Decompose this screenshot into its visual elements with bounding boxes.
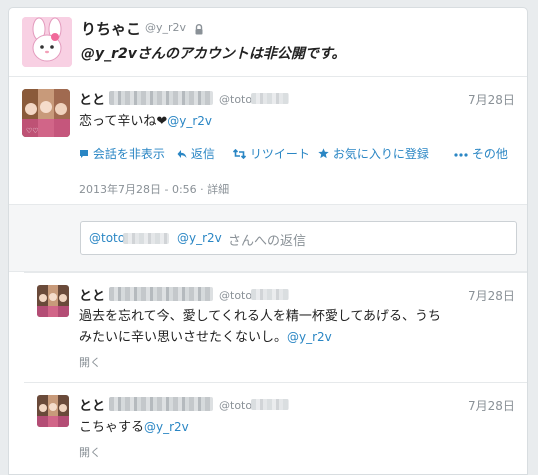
speech-bubble-icon	[79, 147, 93, 161]
blurred-handle	[123, 233, 169, 244]
more-label: その他	[471, 147, 508, 161]
blurred-name	[109, 91, 213, 105]
blurred-name	[109, 287, 213, 301]
user-avatar[interactable]: ♡♡	[22, 89, 70, 137]
reply-arrow-icon	[177, 147, 191, 161]
reply-label: 返信	[190, 147, 215, 161]
tweet-text: 恋って辛いね❤@y_r2v	[79, 111, 212, 132]
mention-link[interactable]: @y_r2v	[167, 114, 212, 128]
blurred-handle	[251, 399, 289, 410]
tweet-card: りちゃこ @y_r2v @y_r2vさんのアカウントは非公開です。 ♡♡ とと …	[8, 7, 528, 475]
user-name[interactable]: とと	[79, 89, 105, 108]
blurred-name	[109, 397, 213, 411]
user-handle[interactable]: @toto	[219, 93, 252, 106]
tweet-text: こちゃする@y_r2v	[79, 417, 189, 438]
star-icon	[318, 147, 333, 161]
user-avatar[interactable]	[37, 285, 69, 317]
tweet-meta: 2013年7月28日 - 0:56 · 詳細	[79, 181, 229, 197]
expand-link[interactable]: 開く	[79, 354, 101, 370]
reply-mention-target: @y_r2v	[177, 231, 222, 245]
reply-placeholder: さんへの返信	[228, 234, 307, 249]
profile-handle[interactable]: @y_r2v	[145, 21, 186, 34]
mention-link[interactable]: @y_r2v	[144, 420, 189, 434]
meta-separator: ·	[200, 183, 204, 196]
expand-link[interactable]: 開く	[79, 444, 101, 460]
tweet-body-line: 過去を忘れて今、愛してくれる人を精一杯愛してあげる、うち	[79, 309, 442, 324]
reply-area: @toto @y_r2v さんへの返信	[9, 204, 527, 272]
tweet-body: 恋って辛いね❤	[79, 114, 168, 129]
favorite-label: お気に入りに登録	[332, 147, 429, 161]
hide-conversation-button[interactable]: 会話を非表示	[79, 145, 165, 162]
reply-tweet[interactable]: とと @toto 7月28日 過去を忘れて今、愛してくれる人を精一杯愛してあげる…	[24, 272, 527, 382]
retweet-label: リツイート	[249, 147, 310, 161]
tweet-date[interactable]: 7月28日	[468, 91, 515, 108]
tweet-body: こちゃする	[79, 420, 145, 435]
svg-text:♡♡: ♡♡	[26, 127, 39, 135]
hide-conversation-label: 会話を非表示	[92, 147, 165, 161]
lock-icon	[195, 20, 203, 39]
protected-profile-header: りちゃこ @y_r2v @y_r2vさんのアカウントは非公開です。	[9, 8, 527, 77]
profile-avatar[interactable]	[22, 17, 72, 67]
more-dots-icon	[454, 147, 472, 161]
blurred-handle	[251, 93, 289, 104]
favorite-button[interactable]: お気に入りに登録	[318, 145, 429, 162]
user-handle[interactable]: @toto	[219, 399, 252, 412]
protected-account-notice: @y_r2vさんのアカウントは非公開です。	[81, 46, 346, 62]
mention-link[interactable]: @y_r2v	[287, 330, 332, 344]
user-name[interactable]: とと	[79, 395, 105, 414]
blurred-handle	[251, 289, 289, 300]
reply-button[interactable]: 返信	[177, 145, 215, 162]
tweet-body-line: みたいに辛い思いさせたくないし。	[79, 330, 288, 345]
profile-name[interactable]: りちゃこ	[81, 18, 141, 39]
more-button[interactable]: その他	[454, 145, 508, 162]
details-link[interactable]: 詳細	[207, 183, 229, 196]
user-name[interactable]: とと	[79, 285, 105, 304]
tweet-text: 過去を忘れて今、愛してくれる人を精一杯愛してあげる、うち みたいに辛い思いさせた…	[79, 307, 519, 348]
retweet-icon	[232, 147, 250, 161]
user-handle[interactable]: @toto	[219, 289, 252, 302]
reply-mention-prefix: @toto	[89, 231, 126, 245]
tweet-date[interactable]: 7月28日	[468, 287, 515, 304]
reply-input[interactable]: @toto @y_r2v さんへの返信	[80, 221, 517, 255]
retweet-button[interactable]: リツイート	[232, 145, 310, 162]
tweet-date[interactable]: 7月28日	[468, 397, 515, 414]
reply-tweet[interactable]: とと @toto 7月28日 こちゃする@y_r2v 開く	[24, 382, 527, 474]
main-tweet[interactable]: ♡♡ とと @toto 7月28日 恋って辛いね❤@y_r2v 会話を非表示 返…	[9, 77, 527, 202]
user-avatar[interactable]	[37, 395, 69, 427]
tweet-timestamp: 2013年7月28日 - 0:56	[79, 183, 197, 196]
